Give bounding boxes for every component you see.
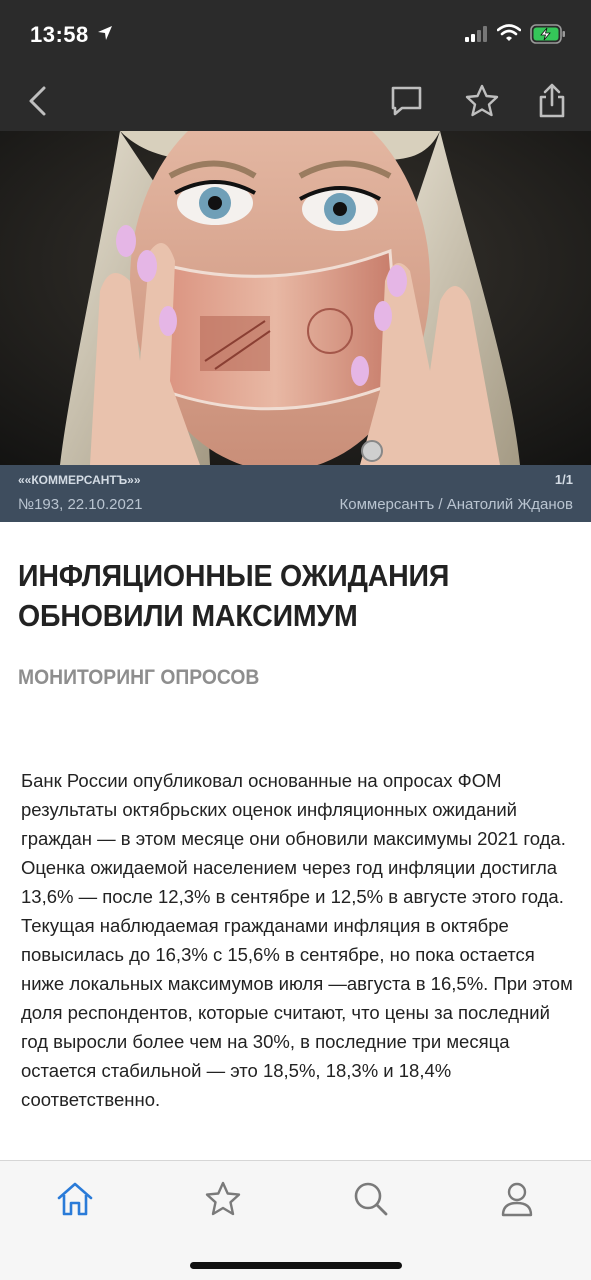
share-icon[interactable]: [533, 82, 571, 120]
cellular-signal-icon: [465, 26, 491, 47]
article-headline: ИНФЛЯЦИОННЫЕ ОЖИДАНИЯ ОБНОВИЛИ МАКСИМУМ: [18, 558, 450, 633]
photo-counter: 1/1: [554, 472, 573, 487]
star-icon[interactable]: [463, 82, 501, 120]
favorites-star-icon[interactable]: [203, 1179, 243, 1219]
comment-icon[interactable]: [388, 82, 426, 120]
wifi-icon: [496, 24, 522, 47]
search-icon[interactable]: [351, 1179, 391, 1219]
location-arrow-icon: [96, 24, 114, 47]
battery-charging-icon: [530, 24, 566, 49]
issue-info: №193, 22.10.2021: [18, 496, 143, 513]
photo-source: ««КОММЕРСАНТЪ»»: [18, 473, 141, 487]
photo-caption-bar: ««КОММЕРСАНТЪ»» 1/1 №193, 22.10.2021 Ком…: [0, 465, 591, 522]
photo-woman-with-banknote: [0, 131, 591, 465]
status-bar: 13:58: [0, 0, 591, 70]
article-photo[interactable]: [0, 131, 591, 465]
article-rubric: МОНИТОРИНГ ОПРОСОВ: [18, 666, 260, 689]
home-indicator[interactable]: [190, 1262, 402, 1269]
back-chevron-icon[interactable]: [22, 82, 60, 120]
profile-icon[interactable]: [497, 1179, 537, 1219]
article-body: Банк России опубликовал основанные на оп…: [21, 770, 573, 1110]
home-icon[interactable]: [55, 1179, 95, 1219]
photo-credit: Коммерсантъ / Анатолий Жданов: [339, 496, 574, 513]
status-time: 13:58: [30, 22, 89, 47]
navigation-bar: [0, 70, 591, 131]
